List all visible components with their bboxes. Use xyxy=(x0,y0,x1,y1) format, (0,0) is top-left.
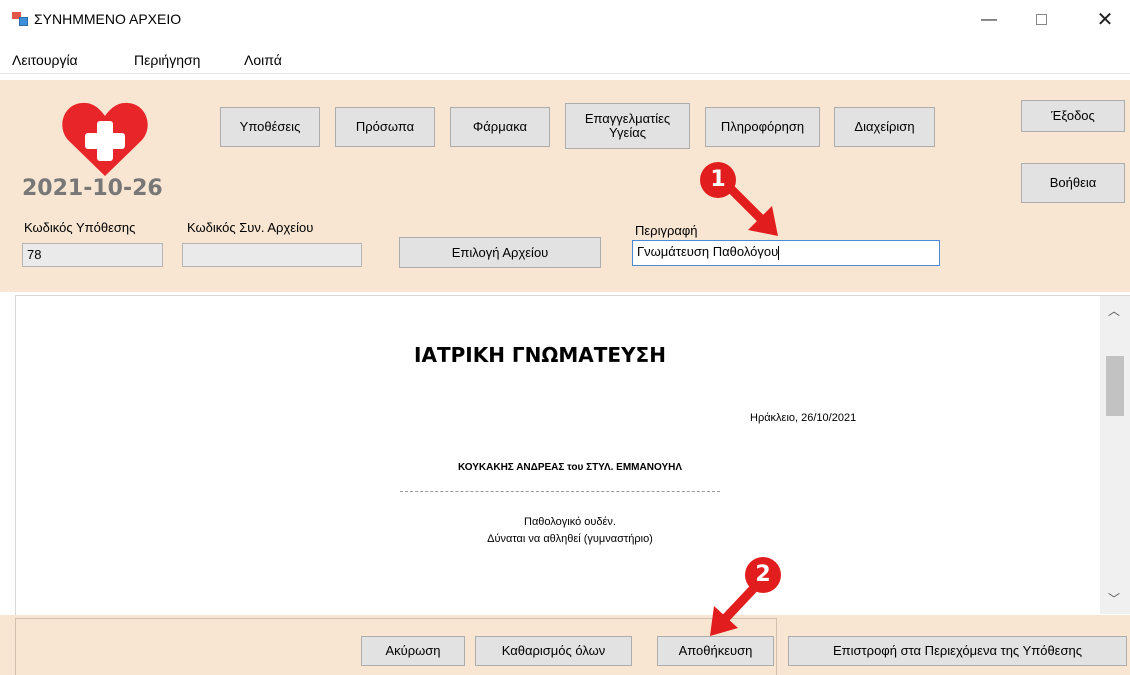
maximize-button[interactable] xyxy=(1018,6,1064,34)
case-code-label: Κωδικός Υπόθεσης xyxy=(24,220,136,235)
save-button[interactable]: Αποθήκευση xyxy=(657,636,774,666)
window-title: ΣΥΝΗΜΜΕΝΟ ΑΡΧΕΙΟ xyxy=(34,11,182,27)
clear-all-button[interactable]: Καθαρισμός όλων xyxy=(475,636,632,666)
menu-leitourgia[interactable]: Λειτουργία xyxy=(12,52,78,68)
maximize-icon xyxy=(1035,14,1047,26)
close-button[interactable]: ✕ xyxy=(1082,6,1128,34)
document-place-date: Ηράκλειο, 26/10/2021 xyxy=(750,412,857,424)
document-patient: ΚΟΥΚΑΚΗΣ ΑΝΔΡΕΑΣ του ΣΤΥΛ. ΕΜΜΑΝΟΥΗΛ xyxy=(457,462,683,473)
back-to-case-button[interactable]: Επιστροφή στα Περιεχόμενα της Υπόθεσης xyxy=(788,636,1127,666)
text-caret xyxy=(778,245,780,260)
cases-button[interactable]: Υποθέσεις xyxy=(220,107,320,147)
step-1-arrow-icon xyxy=(726,184,778,236)
document-separator xyxy=(400,491,720,492)
medicines-button[interactable]: Φάρμακα xyxy=(450,107,550,147)
persons-button[interactable]: Πρόσωπα xyxy=(335,107,435,147)
case-code-field[interactable]: 78 xyxy=(22,243,163,267)
description-label: Περιγραφή xyxy=(635,223,698,238)
file-code-field[interactable] xyxy=(182,243,362,267)
exit-button[interactable]: Έξοδος xyxy=(1021,100,1125,132)
scroll-thumb[interactable] xyxy=(1106,356,1124,416)
menu-periigisi[interactable]: Περιήγηση xyxy=(134,52,200,68)
health-professionals-button[interactable]: Επαγγελματίες Υγείας xyxy=(565,103,690,149)
information-button[interactable]: Πληροφόρηση xyxy=(705,107,820,147)
step-2-arrow-icon xyxy=(710,584,759,636)
cancel-button[interactable]: Ακύρωση xyxy=(361,636,465,666)
current-date: 2021-10-26 xyxy=(22,176,163,201)
heart-cross-logo xyxy=(62,102,148,176)
title-bar: ΣΥΝΗΜΜΕΝΟ ΑΡΧΕΙΟ — ✕ xyxy=(0,0,1130,40)
description-value: Γνωμάτευση Παθολόγου xyxy=(637,244,779,259)
document-line-1: Παθολογικό ουδέν. xyxy=(524,516,616,528)
scroll-up-icon[interactable]: ︿ xyxy=(1108,302,1120,319)
menu-bar: Λειτουργία Περιήγηση Λοιπά xyxy=(0,44,1130,74)
administration-button[interactable]: Διαχείριση xyxy=(834,107,935,147)
document-line-2: Δύναται να αθληθεί (γυμναστήριο) xyxy=(487,533,653,545)
minimize-button[interactable]: — xyxy=(966,6,1012,34)
vertical-scrollbar[interactable]: ︿ ﹀ xyxy=(1100,296,1130,614)
file-code-label: Κωδικός Συν. Αρχείου xyxy=(187,220,314,235)
select-file-button[interactable]: Επιλογή Αρχείου xyxy=(399,237,601,268)
document-title: ΙΑΤΡΙΚΗ ΓΝΩΜΑΤΕΥΣΗ xyxy=(414,343,666,367)
app-icon xyxy=(12,12,28,26)
description-input[interactable]: Γνωμάτευση Παθολόγου xyxy=(632,240,940,266)
menu-loipa[interactable]: Λοιπά xyxy=(244,52,282,68)
help-button[interactable]: Βοήθεια xyxy=(1021,163,1125,203)
scroll-down-icon[interactable]: ﹀ xyxy=(1108,590,1120,607)
